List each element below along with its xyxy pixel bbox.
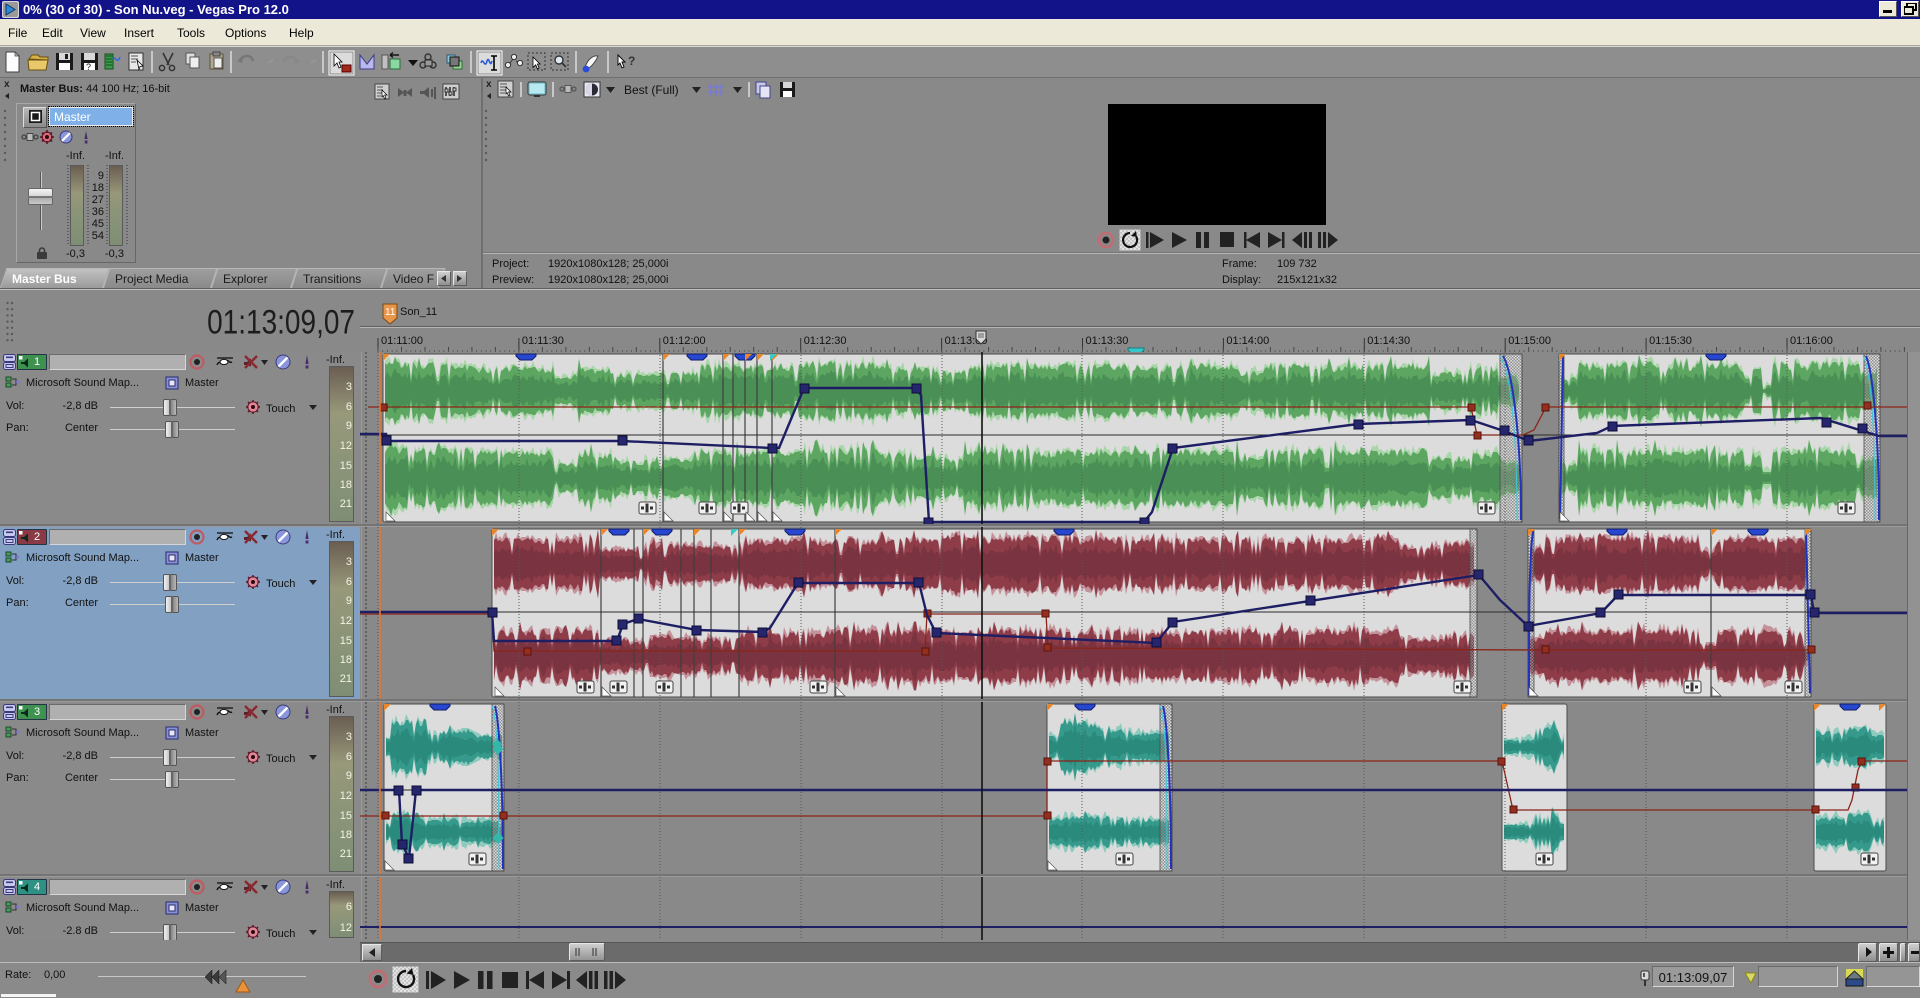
svg-text:?: ? bbox=[628, 54, 635, 68]
svg-text:01:11:00: 01:11:00 bbox=[381, 335, 423, 347]
svg-text:Best (Full): Best (Full) bbox=[624, 83, 679, 97]
svg-text:Touch: Touch bbox=[266, 928, 295, 940]
svg-text:01:14:30: 01:14:30 bbox=[1367, 335, 1410, 347]
svg-text:01:12:30: 01:12:30 bbox=[804, 335, 847, 347]
svg-text:Touch: Touch bbox=[266, 753, 295, 765]
svg-text:01:14:00: 01:14:00 bbox=[1226, 335, 1269, 347]
svg-text:01:12:00: 01:12:00 bbox=[663, 335, 706, 347]
svg-text:?: ? bbox=[86, 62, 91, 72]
svg-text:01:15:00: 01:15:00 bbox=[1508, 335, 1551, 347]
svg-text:Touch: Touch bbox=[266, 578, 295, 590]
svg-text:01:15:30: 01:15:30 bbox=[1649, 335, 1692, 347]
svg-text:11: 11 bbox=[385, 307, 396, 318]
svg-text:01:11:30: 01:11:30 bbox=[522, 335, 564, 347]
svg-text:01:13:30: 01:13:30 bbox=[1086, 335, 1129, 347]
svg-text:Touch: Touch bbox=[266, 403, 295, 415]
svg-text:01:16:00: 01:16:00 bbox=[1790, 335, 1833, 347]
